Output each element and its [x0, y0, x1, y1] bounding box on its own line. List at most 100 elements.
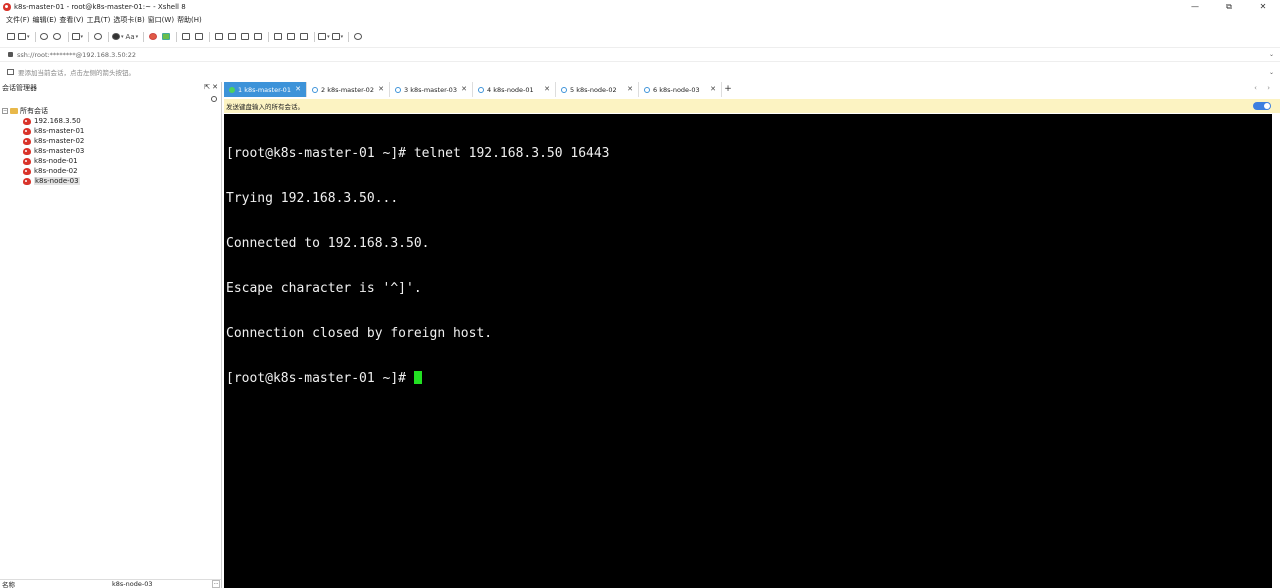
new-session-button[interactable] — [5, 31, 16, 43]
session-item-k8s-master-01[interactable]: k8s-master-01 — [2, 126, 221, 136]
chevron-down-icon: ▾ — [327, 33, 330, 40]
help-button[interactable] — [352, 31, 363, 43]
close-tab-icon[interactable]: ✕ — [544, 85, 550, 93]
menu-window[interactable]: 窗口(W) — [148, 15, 174, 25]
info-status-icon — [478, 86, 484, 93]
xshell-logo-icon — [3, 2, 11, 11]
chevron-down-icon[interactable]: ⌄ — [1269, 69, 1274, 76]
encoding-button[interactable]: ▾ — [112, 31, 124, 43]
font-button[interactable]: Aa ▾ — [126, 31, 139, 43]
tree-root-all-sessions[interactable]: − 所有会话 — [2, 106, 221, 116]
close-tab-icon[interactable]: ✕ — [627, 85, 633, 93]
session-item-k8s-node-01[interactable]: k8s-node-01 — [2, 156, 221, 166]
tab-k8s-master-03[interactable]: 3 k8s-master-03 ✕ — [390, 82, 473, 97]
paste-button[interactable] — [298, 31, 309, 43]
tab-k8s-node-02[interactable]: 5 k8s-node-02 ✕ — [556, 82, 639, 97]
menu-edit[interactable]: 编辑(E) — [33, 15, 57, 25]
paste-icon — [299, 33, 308, 40]
reconnect-button[interactable] — [39, 31, 50, 43]
disconnect-button[interactable] — [52, 31, 63, 43]
script-icon — [227, 33, 236, 40]
terminal-prompt-line: [root@k8s-master-01 ~]# — [226, 371, 1272, 386]
menu-file[interactable]: 文件(F) — [6, 15, 30, 25]
open-folder-button[interactable]: ▾ — [18, 31, 30, 43]
send-button[interactable] — [239, 31, 250, 43]
font-label: Aa — [125, 32, 135, 41]
toolbar-divider — [67, 31, 69, 42]
layout-button[interactable]: ▾ — [318, 31, 330, 43]
collapse-icon[interactable]: − — [2, 108, 8, 114]
window-controls: — ⧉ ✕ — [1178, 0, 1280, 13]
maximize-button[interactable]: ⧉ — [1212, 0, 1246, 13]
minimize-button[interactable]: — — [1178, 0, 1212, 13]
menu-tab[interactable]: 选项卡(B) — [113, 15, 144, 25]
menu-view[interactable]: 查看(V) — [59, 15, 83, 25]
session-item-k8s-master-02[interactable]: k8s-master-02 — [2, 136, 221, 146]
tree-root-label: 所有会话 — [20, 107, 48, 115]
session-search — [0, 94, 221, 106]
new-tab-button[interactable]: ▾ — [71, 31, 83, 43]
session-item-k8s-node-02[interactable]: k8s-node-02 — [2, 166, 221, 176]
fullscreen-button[interactable] — [180, 31, 191, 43]
terminal-output[interactable]: [root@k8s-master-01 ~]# telnet 192.168.3… — [224, 114, 1272, 588]
search-icon — [93, 33, 102, 40]
more-button[interactable]: ... — [212, 580, 220, 588]
terminal-line: Trying 192.168.3.50... — [226, 191, 399, 206]
search-icon[interactable] — [211, 96, 217, 102]
script-button[interactable] — [226, 31, 237, 43]
menu-tools[interactable]: 工具(T) — [87, 15, 111, 25]
session-manager-title: 会话管理器 — [2, 84, 37, 92]
split-button[interactable]: ▾ — [331, 31, 343, 43]
session-icon — [23, 117, 31, 125]
tab-k8s-master-02[interactable]: 2 k8s-master-02 ✕ — [307, 82, 390, 97]
xmanager-button[interactable] — [160, 31, 171, 43]
tab-k8s-node-01[interactable]: 4 k8s-node-01 ✕ — [473, 82, 556, 97]
pin-icon[interactable]: ⇱ — [204, 83, 210, 91]
keyboard-button[interactable] — [213, 31, 224, 43]
xftp-button[interactable] — [147, 31, 158, 43]
broadcast-toggle[interactable] — [1253, 102, 1271, 110]
menu-help[interactable]: 帮助(H) — [177, 15, 202, 25]
add-tab-button[interactable]: + — [722, 82, 734, 97]
connected-status-icon — [229, 86, 235, 93]
toolbar-divider — [88, 31, 90, 42]
tab-k8s-node-03[interactable]: 6 k8s-node-03 ✕ — [639, 82, 722, 97]
tab-scroll-arrows[interactable]: ‹ › — [1254, 84, 1274, 92]
find-button[interactable] — [92, 31, 103, 43]
close-tab-icon[interactable]: ✕ — [295, 85, 301, 93]
close-tab-icon[interactable]: ✕ — [378, 85, 384, 93]
close-tab-icon[interactable]: ✕ — [461, 85, 467, 93]
session-item-k8s-master-03[interactable]: k8s-master-03 — [2, 146, 221, 156]
add-session-arrow-icon[interactable] — [7, 69, 14, 75]
session-icon — [23, 147, 31, 155]
transfer-button[interactable] — [272, 31, 283, 43]
tab-label: 1 k8s-master-01 — [238, 85, 291, 94]
session-item-k8s-node-03[interactable]: k8s-node-03 — [2, 176, 221, 186]
close-icon[interactable]: ✕ — [212, 83, 218, 91]
close-tab-icon[interactable]: ✕ — [710, 85, 716, 93]
lock-button[interactable] — [193, 31, 204, 43]
compose-button[interactable] — [285, 31, 296, 43]
info-status-icon — [395, 86, 401, 93]
help-icon — [353, 33, 362, 40]
address-input[interactable] — [17, 50, 1257, 59]
session-item-192-168-3-50[interactable]: 192.168.3.50 — [2, 116, 221, 126]
link-icon — [40, 33, 49, 40]
close-window-button[interactable]: ✕ — [1246, 0, 1280, 13]
log-button[interactable] — [252, 31, 263, 43]
xftp-icon — [148, 33, 157, 40]
session-icon — [23, 157, 31, 165]
toolbar-divider — [176, 31, 178, 42]
property-name-value: k8s-node-03 — [112, 580, 153, 588]
folder-icon — [10, 108, 18, 114]
chevron-down-icon[interactable]: ⌄ — [1269, 51, 1274, 58]
broadcast-text: 发送键盘输入的所有会话。 — [226, 103, 304, 111]
tab-k8s-master-01[interactable]: 1 k8s-master-01 ✕ — [224, 82, 307, 97]
xshell-window: k8s-master-01 - root@k8s-master-01:~ - X… — [0, 0, 1280, 588]
chevron-down-icon: ▾ — [27, 33, 30, 40]
info-status-icon — [312, 86, 318, 93]
session-label: k8s-node-01 — [34, 157, 78, 165]
terminal-scrollbar[interactable] — [1272, 114, 1280, 588]
broadcast-bar: 发送键盘输入的所有会话。 — [224, 99, 1280, 113]
address-bar: ⌄ — [0, 47, 1280, 62]
